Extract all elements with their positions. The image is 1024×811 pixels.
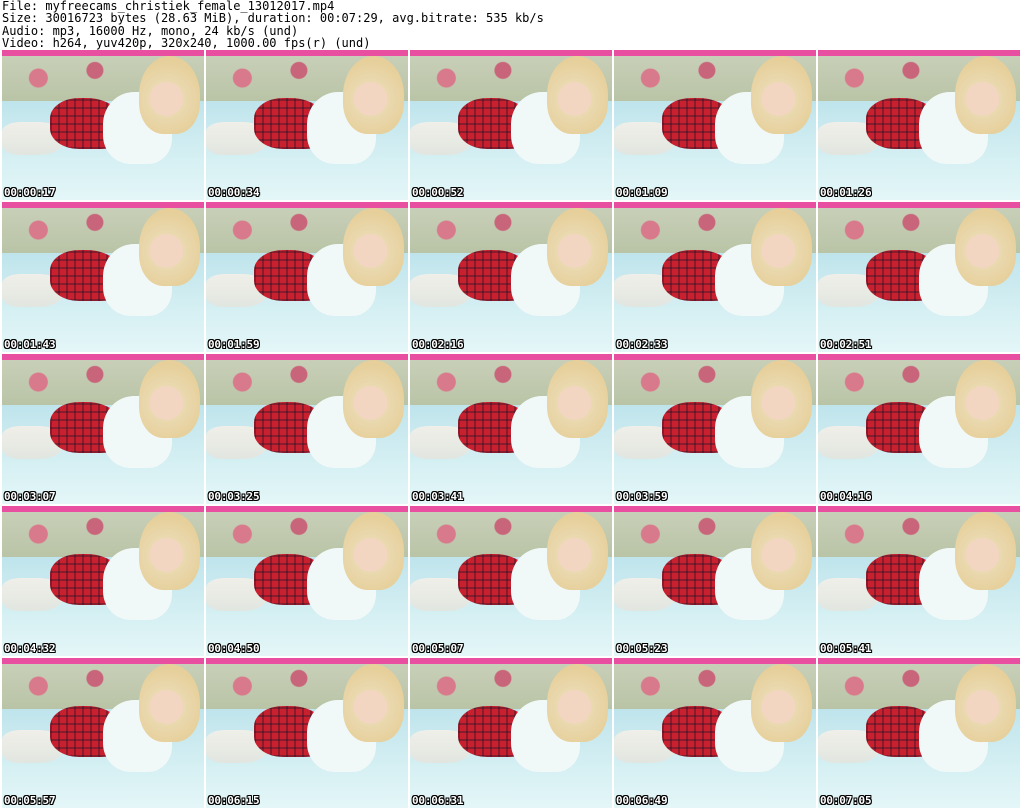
video-info-line: Video: h264, yuv420p, 320x240, 1000.00 f… <box>2 36 371 51</box>
file-info-header: File: myfreecams_christiek_female_130120… <box>2 0 1022 50</box>
thumbnail-scene-hair <box>955 664 1016 742</box>
video-thumbnail: 00:04:50 <box>206 506 408 656</box>
thumbnail-timestamp: 00:06:49 <box>616 794 668 807</box>
thumbnail-scene-hair <box>343 360 404 438</box>
video-thumbnail: 00:04:32 <box>2 506 204 656</box>
thumbnail-scene-hair <box>139 208 200 286</box>
video-thumbnail: 00:02:33 <box>614 202 816 352</box>
thumbnail-timestamp: 00:00:17 <box>4 186 56 199</box>
video-thumbnail: 00:03:41 <box>410 354 612 504</box>
video-thumbnail: 00:01:26 <box>818 50 1020 200</box>
thumbnail-scene-hair <box>139 56 200 134</box>
video-thumbnail: 00:06:49 <box>614 658 816 808</box>
video-thumbnail: 00:07:05 <box>818 658 1020 808</box>
thumbnail-timestamp: 00:01:09 <box>616 186 668 199</box>
thumbnail-scene-hair <box>343 664 404 742</box>
video-thumbnail: 00:05:41 <box>818 506 1020 656</box>
thumbnail-timestamp: 00:00:52 <box>412 186 464 199</box>
thumbnail-timestamp: 00:02:16 <box>412 338 464 351</box>
thumbnail-timestamp: 00:01:59 <box>208 338 260 351</box>
video-thumbnail: 00:05:23 <box>614 506 816 656</box>
video-thumbnail: 00:01:09 <box>614 50 816 200</box>
thumbnail-scene-hair <box>547 56 608 134</box>
thumbnail-scene-hair <box>955 56 1016 134</box>
thumbnail-timestamp: 00:04:16 <box>820 490 872 503</box>
thumbnail-scene-hair <box>547 664 608 742</box>
thumbnail-scene-hair <box>139 664 200 742</box>
thumbnail-scene-hair <box>547 512 608 590</box>
video-thumbnail: 00:04:16 <box>818 354 1020 504</box>
thumbnail-timestamp: 00:05:57 <box>4 794 56 807</box>
thumbnail-scene-hair <box>343 512 404 590</box>
video-thumbnail: 00:00:34 <box>206 50 408 200</box>
thumbnail-scene-hair <box>751 56 812 134</box>
thumbnail-scene-hair <box>955 360 1016 438</box>
thumbnail-timestamp: 00:07:05 <box>820 794 872 807</box>
video-thumbnail: 00:06:31 <box>410 658 612 808</box>
file-size-line: Size: 30016723 bytes (28.63 MiB), durati… <box>2 11 544 26</box>
video-thumbnail: 00:00:17 <box>2 50 204 200</box>
video-thumbnail: 00:03:25 <box>206 354 408 504</box>
thumbnail-scene-hair <box>751 512 812 590</box>
thumbnail-grid: 00:00:17 00:00:34 00:00:52 00:01:09 00:01:26… <box>2 50 1024 811</box>
thumbnail-scene-hair <box>751 208 812 286</box>
thumbnail-scene-hair <box>343 56 404 134</box>
thumbnail-scene-hair <box>751 664 812 742</box>
thumbnail-timestamp: 00:04:50 <box>208 642 260 655</box>
thumbnail-timestamp: 00:05:07 <box>412 642 464 655</box>
thumbnail-timestamp: 00:03:07 <box>4 490 56 503</box>
thumbnail-scene-hair <box>547 208 608 286</box>
video-thumbnail: 00:06:15 <box>206 658 408 808</box>
thumbnail-timestamp: 00:06:15 <box>208 794 260 807</box>
thumbnail-scene-hair <box>955 512 1016 590</box>
thumbnail-scene-hair <box>751 360 812 438</box>
thumbnail-timestamp: 00:03:41 <box>412 490 464 503</box>
thumbnail-timestamp: 00:01:26 <box>820 186 872 199</box>
thumbnail-timestamp: 00:05:41 <box>820 642 872 655</box>
video-thumbnail: 00:05:57 <box>2 658 204 808</box>
thumbnail-timestamp: 00:00:34 <box>208 186 260 199</box>
thumbnail-timestamp: 00:03:59 <box>616 490 668 503</box>
thumbnail-timestamp: 00:01:43 <box>4 338 56 351</box>
thumbnail-timestamp: 00:05:23 <box>616 642 668 655</box>
thumbnail-timestamp: 00:02:33 <box>616 338 668 351</box>
video-thumbnail: 00:02:16 <box>410 202 612 352</box>
video-thumbnail: 00:05:07 <box>410 506 612 656</box>
video-thumbnail: 00:03:07 <box>2 354 204 504</box>
video-thumbnail: 00:02:51 <box>818 202 1020 352</box>
thumbnail-scene-hair <box>139 512 200 590</box>
thumbnail-timestamp: 00:02:51 <box>820 338 872 351</box>
thumbnail-scene-hair <box>547 360 608 438</box>
video-thumbnail: 00:03:59 <box>614 354 816 504</box>
video-thumbnail: 00:00:52 <box>410 50 612 200</box>
thumbnail-scene-hair <box>343 208 404 286</box>
video-thumbnail: 00:01:43 <box>2 202 204 352</box>
thumbnail-timestamp: 00:04:32 <box>4 642 56 655</box>
thumbnail-timestamp: 00:03:25 <box>208 490 260 503</box>
thumbnail-scene-hair <box>955 208 1016 286</box>
video-thumbnail: 00:01:59 <box>206 202 408 352</box>
thumbnail-scene-hair <box>139 360 200 438</box>
thumbnail-timestamp: 00:06:31 <box>412 794 464 807</box>
